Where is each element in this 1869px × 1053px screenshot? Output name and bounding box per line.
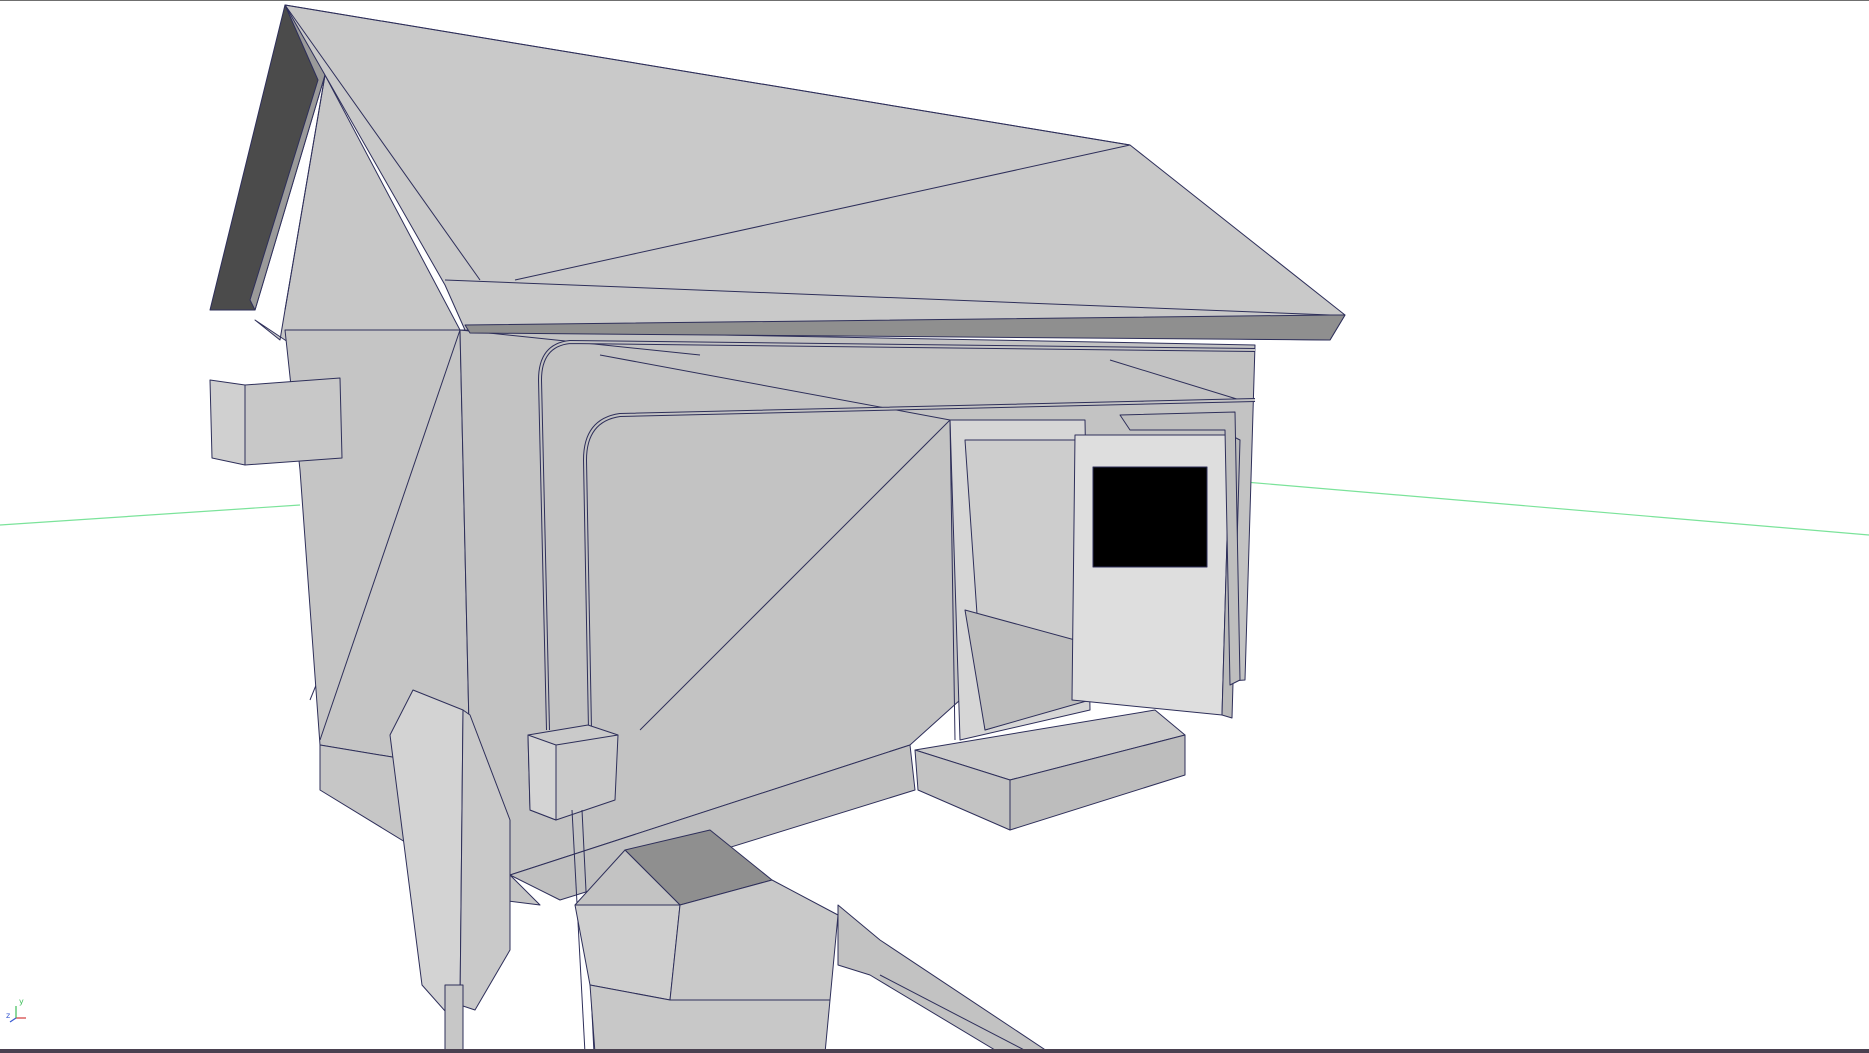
grid-axis-line-right [1244,481,1869,536]
ground-conduit [837,904,1051,1053]
electrical-box-face [527,734,557,821]
viewport-bottom-bar [0,1049,1869,1053]
ground-conduit-edge [879,974,1031,1053]
sign-pole [444,984,464,1053]
axis-y-label: y [19,997,24,1006]
wall-box-left-side [244,377,343,466]
axis-gizmo: y z [6,998,30,1026]
sign-panel-front [389,689,464,1021]
scene-canvas[interactable] [0,0,1869,1053]
axis-z-label: z [6,1011,11,1020]
door-window-opening [1092,466,1208,568]
3d-viewport[interactable]: y z [0,0,1869,1053]
grid-axis-line-left [0,504,301,526]
wall-box-left-front [209,379,246,466]
house-model[interactable] [209,4,1346,1053]
roof-top [284,4,1346,341]
